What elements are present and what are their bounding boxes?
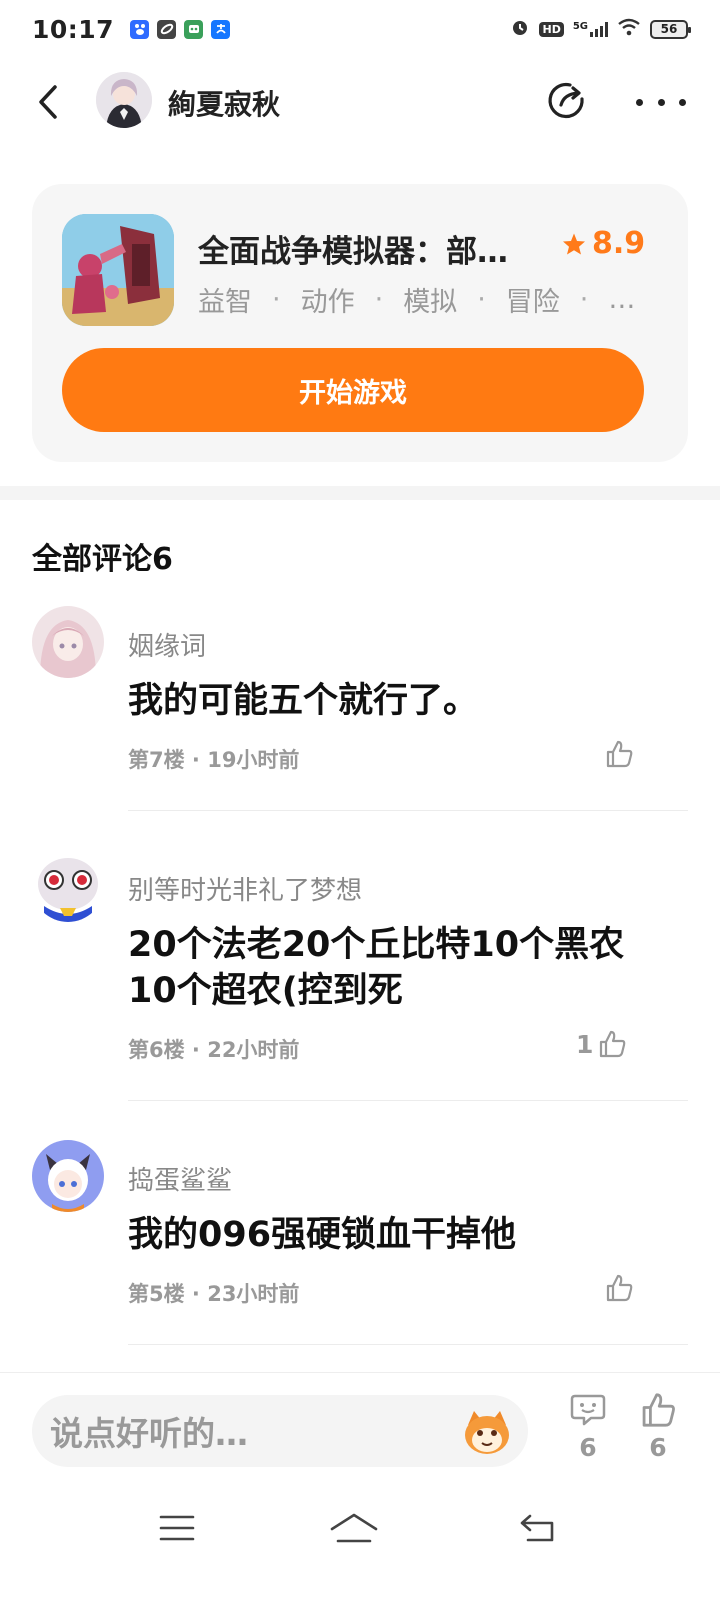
alarm-icon — [510, 17, 530, 41]
game-tag: 模拟 — [403, 287, 458, 318]
comment-meta: 第7楼 · 19小时前 — [128, 748, 300, 772]
comments-section-title: 全部评论6 — [32, 542, 173, 577]
star-icon — [563, 233, 585, 254]
like-count: 1 — [576, 1029, 594, 1059]
more-icon-dot — [657, 98, 665, 106]
battery-indicator: 56 — [650, 19, 691, 39]
comment-text: 20个法老20个丘比特10个黑农10个超农(控到死 — [128, 925, 625, 1011]
comment-divider — [128, 1100, 688, 1101]
commenter-avatar[interactable] — [32, 606, 104, 678]
system-nav-bar — [0, 1488, 720, 1600]
game-card[interactable]: 全面战争模拟器：部… 8.9 益智 · 动作 · 模拟 · 冒险 · … 开始游… — [32, 184, 688, 462]
status-indicators: HD 5G 56 — [510, 17, 691, 41]
comment-text: 我的可能五个就行了。 — [128, 681, 479, 721]
game-tag: 冒险 — [505, 287, 560, 318]
status-time: 10:17 — [32, 14, 115, 44]
game-tag: 益智 — [198, 287, 252, 318]
comment-count: 6 — [579, 1433, 597, 1462]
start-game-button[interactable]: 开始游戏 — [62, 348, 644, 432]
comment-meta: 第5楼 · 23小时前 — [128, 1282, 300, 1306]
status-bar: 10:17 HD 5G 56 — [0, 0, 720, 58]
tag-separator: · — [579, 284, 589, 315]
cellular-signal-icon: 5G — [573, 21, 608, 37]
back-icon — [39, 85, 57, 119]
thumbs-up-icon — [642, 1393, 675, 1427]
alipay-app-icon — [211, 19, 231, 39]
author-name[interactable]: 絢夏寂秋 — [168, 83, 280, 123]
game-icon[interactable] — [62, 214, 174, 326]
hd-badge: HD — [539, 21, 564, 37]
author-avatar[interactable] — [96, 72, 152, 128]
home-nav-button[interactable] — [324, 1506, 384, 1550]
section-divider — [0, 486, 720, 500]
like-count: 6 — [649, 1433, 667, 1462]
commenter-name[interactable]: 捣蛋鲨鲨 — [128, 1160, 232, 1197]
share-button[interactable] — [546, 79, 590, 123]
game-app-icon — [184, 19, 204, 39]
commenter-name[interactable]: 姻缘词 — [128, 626, 206, 663]
comment-text: 我的096强硬锁血干掉他 — [128, 1215, 517, 1255]
game-title[interactable]: 全面战争模拟器：部… — [198, 226, 548, 271]
comment-meta: 第6楼 · 22小时前 — [128, 1038, 300, 1062]
thumbs-up-icon — [606, 740, 633, 768]
comment-icon — [570, 1394, 606, 1426]
more-button[interactable] — [636, 80, 686, 124]
home-icon — [330, 1513, 378, 1543]
rating-value: 8.9 — [592, 226, 646, 261]
tag-separator: · — [272, 284, 281, 315]
wifi-icon — [617, 18, 641, 40]
more-icon-dot — [636, 98, 643, 106]
game-tags: 益智 · 动作 · 模拟 · 冒险 · … — [198, 280, 635, 319]
menu-icon — [159, 1515, 195, 1541]
link-app-icon — [157, 19, 177, 39]
back-button[interactable] — [30, 82, 66, 122]
game-tag: 动作 — [300, 287, 355, 318]
tag-separator: · — [477, 284, 486, 315]
comment-input[interactable]: 说点好听的… — [32, 1395, 528, 1467]
comment-input-placeholder: 说点好听的… — [50, 1414, 248, 1453]
menu-nav-button[interactable] — [147, 1506, 207, 1550]
status-app-icons — [130, 19, 231, 39]
comment-like-button[interactable] — [600, 1270, 634, 1306]
comment-divider — [128, 810, 688, 811]
game-tags-more: … — [608, 284, 636, 315]
like-count-button[interactable]: 6 — [636, 1391, 680, 1462]
commenter-name[interactable]: 别等时光非礼了梦想 — [128, 870, 362, 907]
network-type: 5G — [572, 21, 588, 32]
comment-like-button[interactable]: 1 — [576, 1026, 627, 1062]
thumbs-up-icon — [606, 1274, 633, 1302]
commenter-avatar[interactable] — [32, 1140, 104, 1212]
mascot-icon — [465, 1411, 509, 1454]
emoji-button[interactable] — [460, 1405, 514, 1459]
top-header: 絢夏寂秋 — [0, 60, 720, 146]
comment-count-button[interactable]: 6 — [566, 1391, 610, 1462]
back-nav-button[interactable] — [508, 1506, 568, 1550]
comment-like-button[interactable] — [600, 736, 634, 772]
baidu-app-icon — [130, 19, 150, 39]
bottom-action-bar: 说点好听的… 6 6 — [0, 1372, 720, 1488]
tag-separator: · — [374, 284, 384, 315]
game-rating: 8.9 — [562, 226, 645, 261]
thumbs-up-icon — [600, 1030, 626, 1058]
share-icon — [548, 82, 584, 119]
more-icon-dot — [679, 98, 686, 106]
return-icon — [520, 1514, 554, 1542]
commenter-avatar[interactable] — [32, 850, 104, 922]
comment-divider — [128, 1344, 688, 1345]
